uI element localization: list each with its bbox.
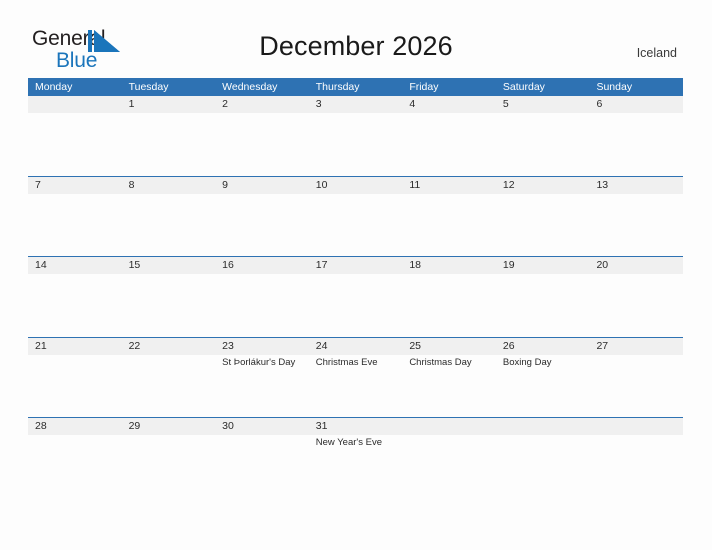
day-number: 31 — [315, 420, 328, 432]
day-cell-30[interactable]: 30 — [215, 418, 309, 498]
day-number: 8 — [128, 178, 135, 191]
calendar-weeks: 1 2 3 4 5 6 7 8 9 10 11 12 13 14 15 16 17 18 19 20 21 22 23 St … — [28, 96, 683, 498]
day-number: 26 — [502, 339, 515, 352]
day-number: 6 — [596, 98, 603, 110]
day-cell-25[interactable]: 25 Christmas Day — [402, 338, 496, 418]
day-number: 5 — [502, 98, 509, 110]
day-number: 23 — [222, 339, 234, 352]
day-number: 19 — [502, 259, 515, 271]
day-cell-19[interactable]: 19 — [496, 257, 590, 337]
day-cell-27[interactable]: 27 — [589, 338, 683, 418]
day-cell-14[interactable]: 14 — [28, 257, 122, 337]
weekday-header-saturday: Saturday — [502, 81, 545, 93]
day-events: Christmas Day — [409, 356, 496, 369]
weekday-header-row: Monday Tuesday Wednesday Thursday Friday Satu… — [28, 78, 683, 96]
day-number: 4 — [409, 98, 416, 110]
holiday-label: St Þorlákur's Day — [222, 356, 296, 368]
day-number: 3 — [315, 98, 322, 110]
holiday-label: Christmas Day — [409, 356, 472, 368]
day-cell-28[interactable]: 28 — [28, 418, 122, 498]
calendar-week-row: 1 2 3 4 5 6 — [28, 96, 683, 176]
weekday-header-tuesday: Tuesday — [128, 81, 169, 93]
day-number: 28 — [35, 420, 47, 432]
day-number — [409, 418, 496, 435]
day-number: 17 — [315, 259, 328, 271]
day-cell-18[interactable]: 18 — [402, 257, 496, 337]
holiday-label: New Year's Eve — [315, 437, 382, 448]
holiday-label: Boxing Day — [502, 356, 552, 368]
day-number: 14 — [35, 259, 47, 271]
holiday-label: Christmas Eve — [315, 356, 378, 368]
weekday-header-sunday: Sunday — [596, 81, 633, 93]
day-cell-24[interactable]: 24 Christmas Eve — [309, 338, 403, 418]
day-cell-17[interactable]: 17 — [309, 257, 403, 337]
day-number — [503, 418, 590, 435]
weekday-header-monday: Monday — [35, 81, 73, 93]
calendar-week-row: 21 22 23 St Þorlákur's Day 24 Christmas Eve 25… — [28, 336, 683, 418]
day-cell-10[interactable]: 10 — [309, 177, 403, 257]
day-number: 18 — [409, 259, 421, 271]
day-events: St Þorlákur's Day — [222, 356, 309, 369]
day-cell-1[interactable]: 1 — [122, 96, 216, 176]
weekday-header-friday: Friday — [409, 81, 439, 93]
page-header: General Blue December 2026 Iceland — [0, 0, 712, 71]
day-cell-3[interactable]: 3 — [309, 96, 403, 176]
day-cell-empty — [402, 418, 496, 498]
day-cell-empty — [589, 418, 683, 498]
day-cell-26[interactable]: 26 Boxing Day — [496, 338, 590, 418]
day-cell-7[interactable]: 7 — [28, 177, 122, 257]
weekday-header-thursday: Thursday — [315, 81, 360, 93]
day-number: 15 — [128, 259, 141, 271]
day-cell-21[interactable]: 21 — [28, 338, 122, 418]
day-number: 29 — [128, 420, 141, 432]
day-cell-13[interactable]: 13 — [589, 177, 683, 257]
page-title: December 2026 — [259, 31, 453, 61]
day-events: Christmas Eve — [316, 356, 403, 369]
day-number: 25 — [409, 339, 421, 352]
day-cell-6[interactable]: 6 — [589, 96, 683, 176]
day-cell-11[interactable]: 11 — [402, 177, 496, 257]
day-cell-empty — [28, 96, 122, 176]
day-number: 9 — [222, 178, 228, 191]
day-number: 21 — [35, 339, 47, 352]
day-number: 22 — [128, 339, 141, 352]
calendar-week-row: 7 8 9 10 11 12 13 — [28, 175, 683, 257]
day-cell-5[interactable]: 5 — [496, 96, 590, 176]
day-number — [596, 418, 683, 435]
day-number: 1 — [128, 98, 135, 110]
calendar-week-row: 28 29 30 31 New Year's Eve — [28, 417, 683, 498]
day-cell-15[interactable]: 15 — [122, 257, 216, 337]
calendar-grid: Monday Tuesday Wednesday Thursday Friday Satu… — [28, 78, 683, 498]
day-cell-23[interactable]: 23 St Þorlákur's Day — [215, 338, 309, 418]
day-number: 7 — [35, 178, 41, 191]
day-events: Boxing Day — [503, 356, 590, 369]
day-number: 2 — [222, 98, 228, 110]
weekday-header-wednesday: Wednesday — [222, 81, 278, 93]
day-number: 10 — [315, 178, 328, 191]
day-cell-empty — [496, 418, 590, 498]
day-cell-22[interactable]: 22 — [122, 338, 216, 418]
day-cell-12[interactable]: 12 — [496, 177, 590, 257]
day-cell-29[interactable]: 29 — [122, 418, 216, 498]
calendar-week-row: 14 15 16 17 18 19 20 — [28, 256, 683, 337]
day-number: 16 — [222, 259, 234, 271]
day-cell-4[interactable]: 4 — [402, 96, 496, 176]
day-number: 12 — [502, 178, 515, 191]
day-number: 24 — [315, 339, 328, 352]
day-cell-8[interactable]: 8 — [122, 177, 216, 257]
day-cell-2[interactable]: 2 — [215, 96, 309, 176]
day-number: 11 — [409, 178, 421, 191]
day-cell-9[interactable]: 9 — [215, 177, 309, 257]
day-cell-31[interactable]: 31 New Year's Eve — [309, 418, 403, 498]
day-events: New Year's Eve — [316, 436, 403, 449]
day-cell-20[interactable]: 20 — [589, 257, 683, 337]
day-number: 20 — [596, 259, 609, 271]
day-cell-16[interactable]: 16 — [215, 257, 309, 337]
day-number: 13 — [596, 178, 609, 191]
day-number: 27 — [596, 339, 609, 352]
region-label: Iceland — [636, 46, 677, 60]
day-number — [35, 96, 122, 113]
day-number: 30 — [222, 420, 234, 432]
